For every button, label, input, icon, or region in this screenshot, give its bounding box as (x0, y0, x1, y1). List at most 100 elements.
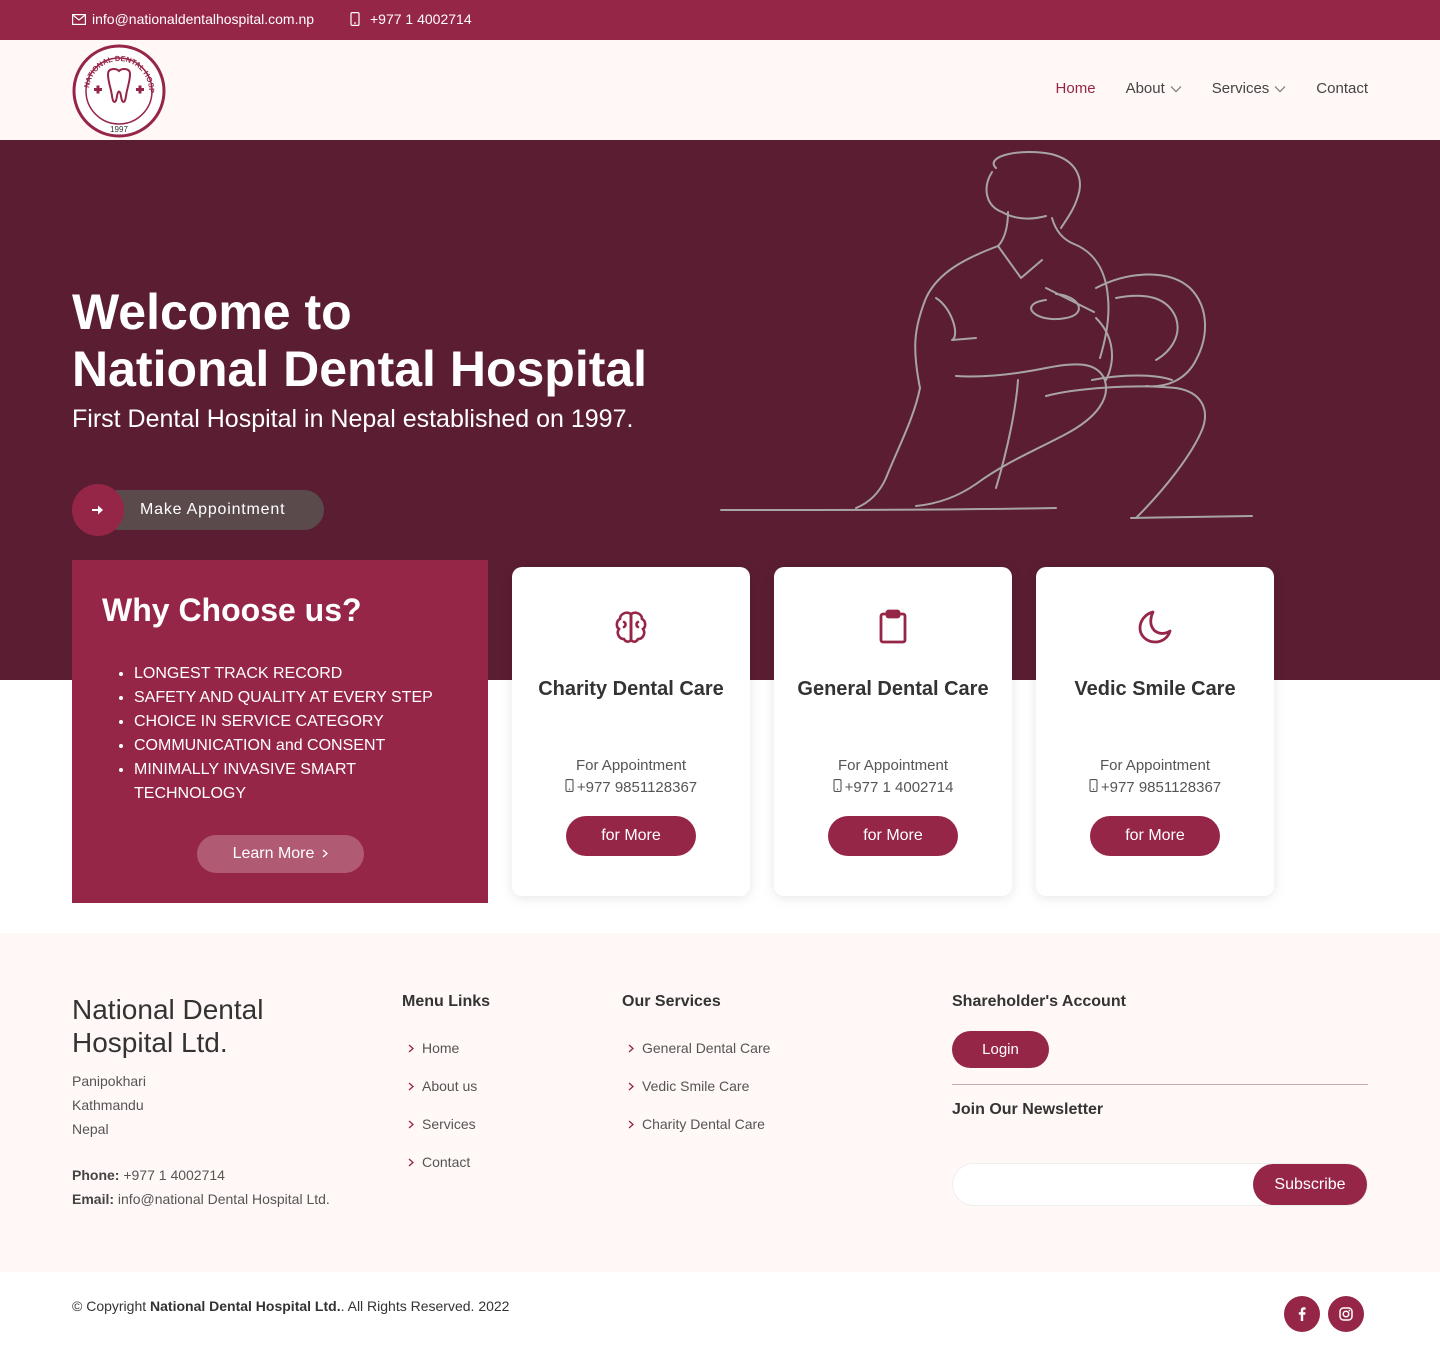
clipboard-icon (875, 609, 911, 645)
why-item: COMMUNICATION and CONSENT (134, 734, 454, 758)
hero-title-line1: Welcome to (72, 284, 352, 340)
learn-more-button[interactable]: Learn More (197, 835, 364, 873)
footer-service-general[interactable]: General Dental Care (628, 1029, 770, 1067)
moon-icon (1137, 609, 1173, 645)
svg-text:1997: 1997 (110, 125, 128, 134)
footer-brand: National Dental Hospital Ltd. (72, 993, 263, 1059)
topbar-phone[interactable]: +977 1 4002714 (350, 11, 472, 27)
nav-services-label: Services (1211, 80, 1270, 97)
copyright-text: © Copyright National Dental Hospital Ltd… (72, 1298, 509, 1314)
mobile-icon (565, 779, 574, 796)
copyright-brand: National Dental Hospital Ltd. (150, 1298, 341, 1314)
chevron-right-icon (322, 845, 329, 863)
service-appointment-label: For Appointment (837, 757, 949, 774)
footer-address: Panipokhari Kathmandu Nepal (72, 1069, 146, 1141)
our-services-title: Our Services (622, 993, 721, 1010)
login-button[interactable]: Login (952, 1031, 1049, 1068)
service-phone: +977 1 4002714 (774, 779, 1012, 796)
chevron-right-icon (408, 1078, 414, 1094)
nav-contact-label: Contact (1316, 80, 1368, 97)
footer-service-vedic[interactable]: Vedic Smile Care (628, 1067, 770, 1105)
menu-links-list: Home About us Services Contact (408, 1029, 477, 1181)
chevron-right-icon (628, 1116, 634, 1132)
footer-link-about[interactable]: About us (408, 1067, 477, 1105)
facebook-icon[interactable] (1284, 1296, 1320, 1332)
footer-link-label: Contact (422, 1154, 471, 1170)
topbar-phone-text: +977 1 4002714 (370, 11, 472, 27)
nav-contact[interactable]: Contact (1316, 80, 1368, 97)
for-more-button[interactable]: for More (828, 816, 958, 856)
phone-label: Phone: (72, 1167, 120, 1183)
brain-icon (613, 609, 649, 645)
footer-contact: Phone: +977 1 4002714 Email: info@nation… (72, 1163, 330, 1211)
our-services-list: General Dental Care Vedic Smile Care Cha… (628, 1029, 770, 1143)
why-item: SAFETY AND QUALITY AT EVERY STEP (134, 686, 454, 710)
footer-link-services[interactable]: Services (408, 1105, 477, 1143)
mobile-icon (350, 12, 360, 26)
subscribe-button[interactable]: Subscribe (1253, 1164, 1367, 1205)
phone-value[interactable]: +977 1 4002714 (123, 1167, 225, 1183)
copyright-bar: © Copyright National Dental Hospital Ltd… (0, 1272, 1440, 1356)
footer-brand-line1: National Dental (72, 994, 264, 1025)
envelope-icon (72, 13, 86, 25)
for-more-button[interactable]: for More (566, 816, 696, 856)
why-title: Why Choose us? (102, 592, 362, 628)
for-more-button[interactable]: for More (1090, 816, 1220, 856)
site-footer: National Dental Hospital Ltd. Panipokhar… (0, 933, 1440, 1272)
why-item: CHOICE IN SERVICE CATEGORY (134, 710, 454, 734)
chevron-right-icon (628, 1040, 634, 1056)
mobile-icon (833, 779, 842, 796)
why-choose-us-panel: Why Choose us? LONGEST TRACK RECORD SAFE… (72, 560, 488, 903)
chevron-right-icon (408, 1116, 414, 1132)
nav-about-label: About (1125, 80, 1165, 97)
nav-home[interactable]: Home (1056, 80, 1096, 97)
arrow-right-icon (72, 484, 124, 536)
chevron-right-icon (408, 1040, 414, 1056)
footer-service-label: Charity Dental Care (642, 1116, 765, 1132)
newsletter-title: Join Our Newsletter (952, 1101, 1104, 1118)
email-label: Email: (72, 1191, 115, 1207)
chevron-down-icon (1170, 80, 1182, 97)
instagram-icon[interactable] (1328, 1296, 1364, 1332)
copyright-suffix: . All Rights Reserved. 2022 (340, 1298, 510, 1314)
why-item: LONGEST TRACK RECORD (134, 662, 454, 686)
email-value[interactable]: info@national Dental Hospital Ltd. (118, 1191, 330, 1207)
service-title: General Dental Care (797, 678, 989, 700)
hero-title-line2: National Dental Hospital (72, 341, 648, 397)
address-line: Panipokhari (72, 1073, 146, 1089)
footer-phone: Phone: +977 1 4002714 (72, 1163, 330, 1187)
footer-service-label: General Dental Care (642, 1040, 771, 1056)
why-item: MINIMALLY INVASIVE SMART TECHNOLOGY (134, 758, 454, 806)
service-phone: +977 9851128367 (512, 779, 750, 796)
topbar-email[interactable]: info@nationaldentalhospital.com.np (72, 11, 314, 27)
footer-service-charity[interactable]: Charity Dental Care (628, 1105, 770, 1143)
footer-link-home[interactable]: Home (408, 1029, 477, 1067)
mobile-icon (1089, 779, 1098, 796)
footer-link-label: Home (422, 1040, 460, 1056)
service-phone-number: +977 1 4002714 (844, 779, 954, 796)
service-phone: +977 9851128367 (1036, 779, 1274, 796)
site-header: NATIONAL DENTAL HOSPITAL LTD 1997 Home A… (0, 37, 1440, 140)
service-card-general: General Dental Care For Appointment +977… (774, 567, 1012, 896)
menu-links-title: Menu Links (402, 993, 491, 1010)
hospital-logo[interactable]: NATIONAL DENTAL HOSPITAL LTD 1997 (69, 37, 166, 138)
dentist-line-art (716, 148, 1260, 524)
service-phone-number: +977 9851128367 (1100, 779, 1222, 796)
nav-services[interactable]: Services (1212, 80, 1287, 97)
service-card-charity: Charity Dental Care For Appointment +977… (512, 567, 750, 896)
footer-email: Email: info@national Dental Hospital Ltd… (72, 1187, 330, 1211)
make-appointment-label: Make Appointment (98, 490, 324, 530)
hero-subtitle: First Dental Hospital in Nepal establish… (72, 405, 634, 433)
footer-link-contact[interactable]: Contact (408, 1143, 477, 1181)
footer-brand-line2: Hospital Ltd. (72, 1027, 228, 1058)
service-title: Charity Dental Care (538, 678, 724, 700)
learn-more-label: Learn More (232, 845, 315, 862)
chevron-right-icon (628, 1078, 634, 1094)
nav-about[interactable]: About (1126, 80, 1182, 97)
footer-link-label: About us (422, 1078, 478, 1094)
shareholder-title: Shareholder's Account (952, 993, 1126, 1010)
hero-title: Welcome to National Dental Hospital (72, 284, 647, 398)
top-bar: info@nationaldentalhospital.com.np +977 … (0, 0, 1440, 40)
main-nav: Home About Services Contact (1056, 80, 1368, 97)
make-appointment-button[interactable]: Make Appointment (72, 484, 324, 536)
